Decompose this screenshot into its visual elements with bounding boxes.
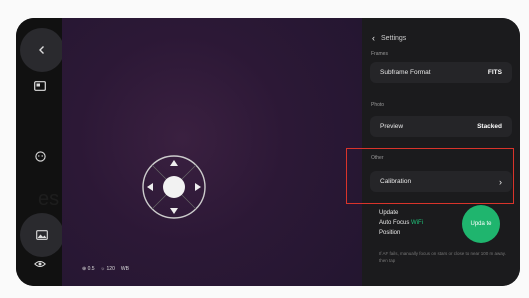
preview-row[interactable]: Preview Stacked — [370, 116, 512, 137]
face-icon — [34, 150, 46, 162]
chevron-left-icon — [39, 46, 44, 54]
subframe-format-value: FITS — [487, 69, 502, 76]
device-frame: es ⊕ 0.5 ☼ 120 WB ‹ Settings Frames Subf… — [0, 0, 529, 298]
face-button[interactable] — [32, 148, 48, 164]
eye-icon — [34, 261, 46, 267]
eye-button[interactable] — [33, 258, 47, 270]
panel-title: Settings — [381, 34, 407, 42]
direction-pad[interactable] — [141, 154, 207, 220]
settings-header: ‹ Settings — [372, 33, 406, 43]
back-chevron-icon[interactable]: ‹ — [372, 33, 375, 43]
left-toolbar — [16, 18, 64, 286]
autofocus-line: Auto Focus WiFi — [379, 218, 423, 228]
gain-value: 120 — [106, 266, 115, 272]
update-info: Update Auto Focus WiFi Position — [379, 208, 423, 238]
arrow-up-icon — [170, 160, 178, 166]
gain-readout: ☼ 120 — [101, 266, 115, 272]
exposure-readout: ⊕ 0.5 — [82, 266, 95, 272]
arrow-left-icon — [147, 183, 153, 191]
section-label-photo: Photo — [371, 102, 385, 108]
status-bar: ⊕ 0.5 ☼ 120 WB — [82, 266, 129, 272]
arrow-right-icon — [195, 183, 201, 191]
position-label: Position — [379, 230, 401, 236]
calibration-highlight-box — [346, 148, 514, 204]
subframe-format-label: Subframe Format — [380, 69, 431, 76]
frame-button[interactable] — [32, 78, 48, 94]
watermark: es — [38, 188, 60, 210]
arrow-down-icon — [170, 208, 178, 214]
gallery-icon — [36, 230, 48, 240]
mode-value: WB — [120, 266, 129, 272]
camera-preview[interactable]: es ⊕ 0.5 ☼ 120 WB — [38, 18, 362, 286]
direction-pad-graphic — [142, 155, 206, 219]
autofocus-label: Auto Focus — [379, 220, 410, 226]
autofocus-footnote: If AF fails, manually focus on stars or … — [379, 251, 506, 263]
preview-value: Stacked — [477, 123, 502, 130]
section-label-frames: Frames — [371, 51, 388, 57]
subframe-format-row[interactable]: Subframe Format FITS — [370, 62, 512, 83]
preview-label: Preview — [380, 123, 404, 130]
exposure-value: 0.5 — [87, 266, 95, 272]
gallery-button[interactable] — [20, 213, 64, 257]
update-button[interactable]: Upda te — [462, 205, 500, 243]
back-button[interactable] — [20, 28, 64, 72]
frame-icon — [34, 81, 46, 91]
gain-icon: ☼ — [100, 266, 106, 272]
update-title: Update — [379, 210, 399, 216]
autofocus-link[interactable]: WiFi — [411, 220, 423, 226]
shutter-icon: ⊕ — [82, 266, 87, 272]
